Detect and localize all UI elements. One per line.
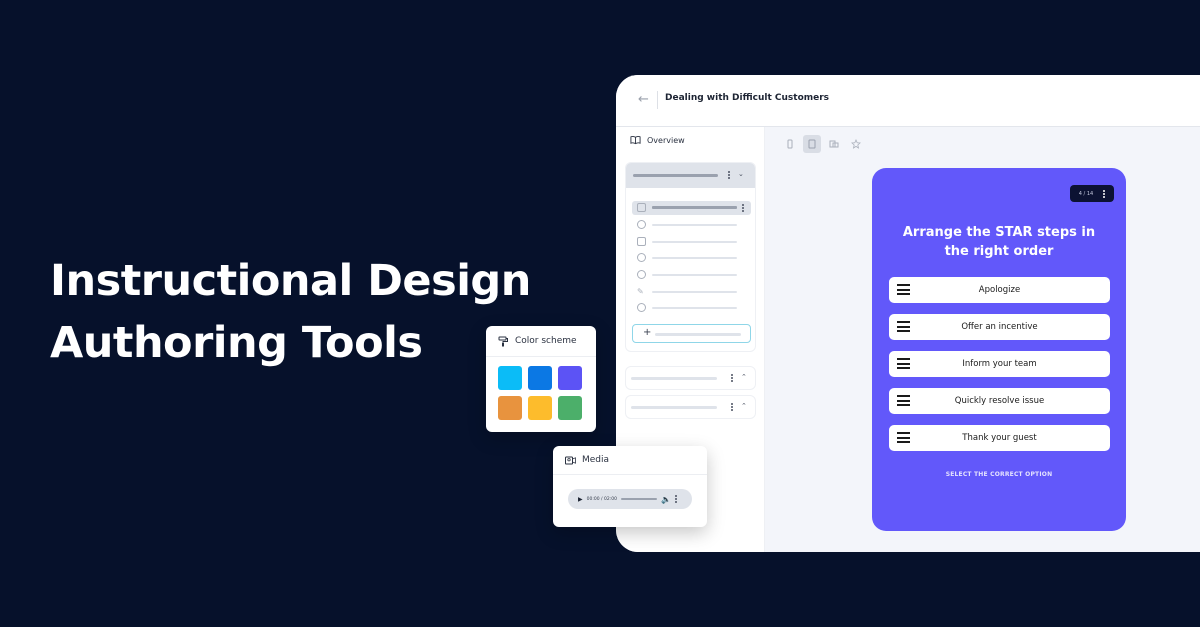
hero-title: Instructional Design Authoring Tools (50, 250, 531, 374)
video-icon (565, 456, 576, 464)
mobile-icon (787, 139, 793, 149)
tablet-view-button[interactable] (803, 135, 821, 153)
color-swatch[interactable] (528, 366, 552, 390)
lesson-item[interactable] (632, 268, 751, 282)
check-circle-icon (637, 303, 646, 312)
add-lesson-button[interactable]: + (632, 324, 751, 343)
course-title: Dealing with Difficult Customers (665, 93, 830, 103)
color-swatch[interactable] (558, 366, 582, 390)
tablet-icon (808, 139, 816, 149)
mobile-view-button[interactable] (781, 135, 799, 153)
preview-canvas: 4 / 14 Arrange the STAR steps in the rig… (765, 127, 1200, 552)
star-icon (851, 139, 861, 149)
lesson-item[interactable] (632, 251, 751, 265)
color-swatch[interactable] (498, 366, 522, 390)
media-panel: Media ▶ 00:00 / 02:00 🔈 (553, 446, 707, 527)
drag-handle-icon[interactable] (897, 358, 910, 369)
chevron-up-icon[interactable]: ⌃ (741, 402, 747, 410)
panel-header: Color scheme (486, 326, 596, 357)
book-open-icon (630, 135, 641, 145)
desktop-icon (829, 140, 839, 148)
clock-icon (637, 253, 646, 262)
section-header[interactable]: ⌄ (626, 163, 755, 188)
lesson-item[interactable] (632, 235, 751, 249)
instruction-hint: SELECT THE CORRECT OPTION (945, 471, 1053, 478)
option-item[interactable]: Offer an incentive (889, 314, 1110, 340)
chevron-down-icon[interactable]: ⌄ (738, 170, 744, 178)
panel-title: Color scheme (515, 336, 577, 346)
pen-icon: ✎ (637, 287, 644, 296)
lesson-item[interactable] (632, 301, 751, 315)
page-icon (637, 237, 646, 246)
color-swatch[interactable] (498, 396, 522, 420)
arrow-left-icon[interactable]: ← (638, 93, 652, 107)
drag-handle-icon[interactable] (897, 432, 910, 443)
volume-icon[interactable]: 🔈 (661, 495, 671, 504)
option-item[interactable]: Quickly resolve issue (889, 388, 1110, 414)
color-swatch[interactable] (558, 396, 582, 420)
drag-handle-icon[interactable] (897, 321, 910, 332)
drag-handle-icon[interactable] (897, 284, 910, 295)
question-text: Arrange the STAR steps in the right orde… (902, 225, 1096, 259)
progress-track[interactable] (620, 498, 657, 500)
overview-label: Overview (647, 135, 685, 145)
desktop-view-button[interactable] (825, 135, 843, 153)
panel-title: Media (582, 455, 610, 465)
paint-roller-icon (498, 336, 508, 346)
panel-header: Media (553, 446, 707, 475)
kebab-menu-icon[interactable] (731, 403, 733, 411)
slide-counter: 4 / 14 (1070, 185, 1114, 202)
section-expanded: ⌄ ✎ + (625, 162, 756, 352)
chevron-up-icon[interactable]: ⌃ (741, 373, 747, 381)
plus-icon: + (643, 327, 652, 338)
player-time: 00:00 / 02:00 (586, 496, 617, 502)
option-item[interactable]: Inform your team (889, 351, 1110, 377)
device-toolbar (781, 135, 865, 153)
kebab-menu-icon[interactable] (1103, 189, 1106, 198)
page-icon (637, 203, 646, 212)
lesson-item[interactable] (632, 201, 751, 215)
hero-title-line-1: Instructional Design (50, 256, 531, 306)
favorite-button[interactable] (847, 135, 865, 153)
section-collapsed[interactable]: ⌃ (625, 366, 756, 390)
drag-handle-icon[interactable] (897, 395, 910, 406)
audio-player: ▶ 00:00 / 02:00 🔈 (568, 489, 692, 509)
play-icon[interactable]: ▶ (578, 496, 583, 503)
color-scheme-panel: Color scheme (486, 326, 596, 432)
quiz-card: 4 / 14 Arrange the STAR steps in the rig… (872, 168, 1126, 531)
options-list: Apologize Offer an incentive Inform your… (889, 277, 1110, 462)
color-swatch[interactable] (528, 396, 552, 420)
section-collapsed[interactable]: ⌃ (625, 395, 756, 419)
question-icon (637, 220, 646, 229)
kebab-menu-icon[interactable] (728, 171, 730, 179)
header-divider (657, 91, 658, 109)
swatch-grid (498, 366, 582, 420)
hero-title-line-2: Authoring Tools (50, 318, 423, 368)
app-header: ← Dealing with Difficult Customers (616, 75, 1200, 127)
section-title-placeholder (633, 174, 718, 177)
kebab-menu-icon[interactable] (731, 374, 733, 382)
option-item[interactable]: Apologize (889, 277, 1110, 303)
lesson-item[interactable]: ✎ (632, 285, 751, 299)
kebab-menu-icon[interactable] (674, 495, 677, 503)
lesson-item[interactable] (632, 218, 751, 232)
option-item[interactable]: Thank your guest (889, 425, 1110, 451)
counter-text: 4 / 14 (1078, 190, 1094, 197)
question-icon (637, 270, 646, 279)
kebab-menu-icon[interactable] (742, 204, 744, 212)
sidebar-item-overview[interactable]: Overview (630, 135, 685, 145)
